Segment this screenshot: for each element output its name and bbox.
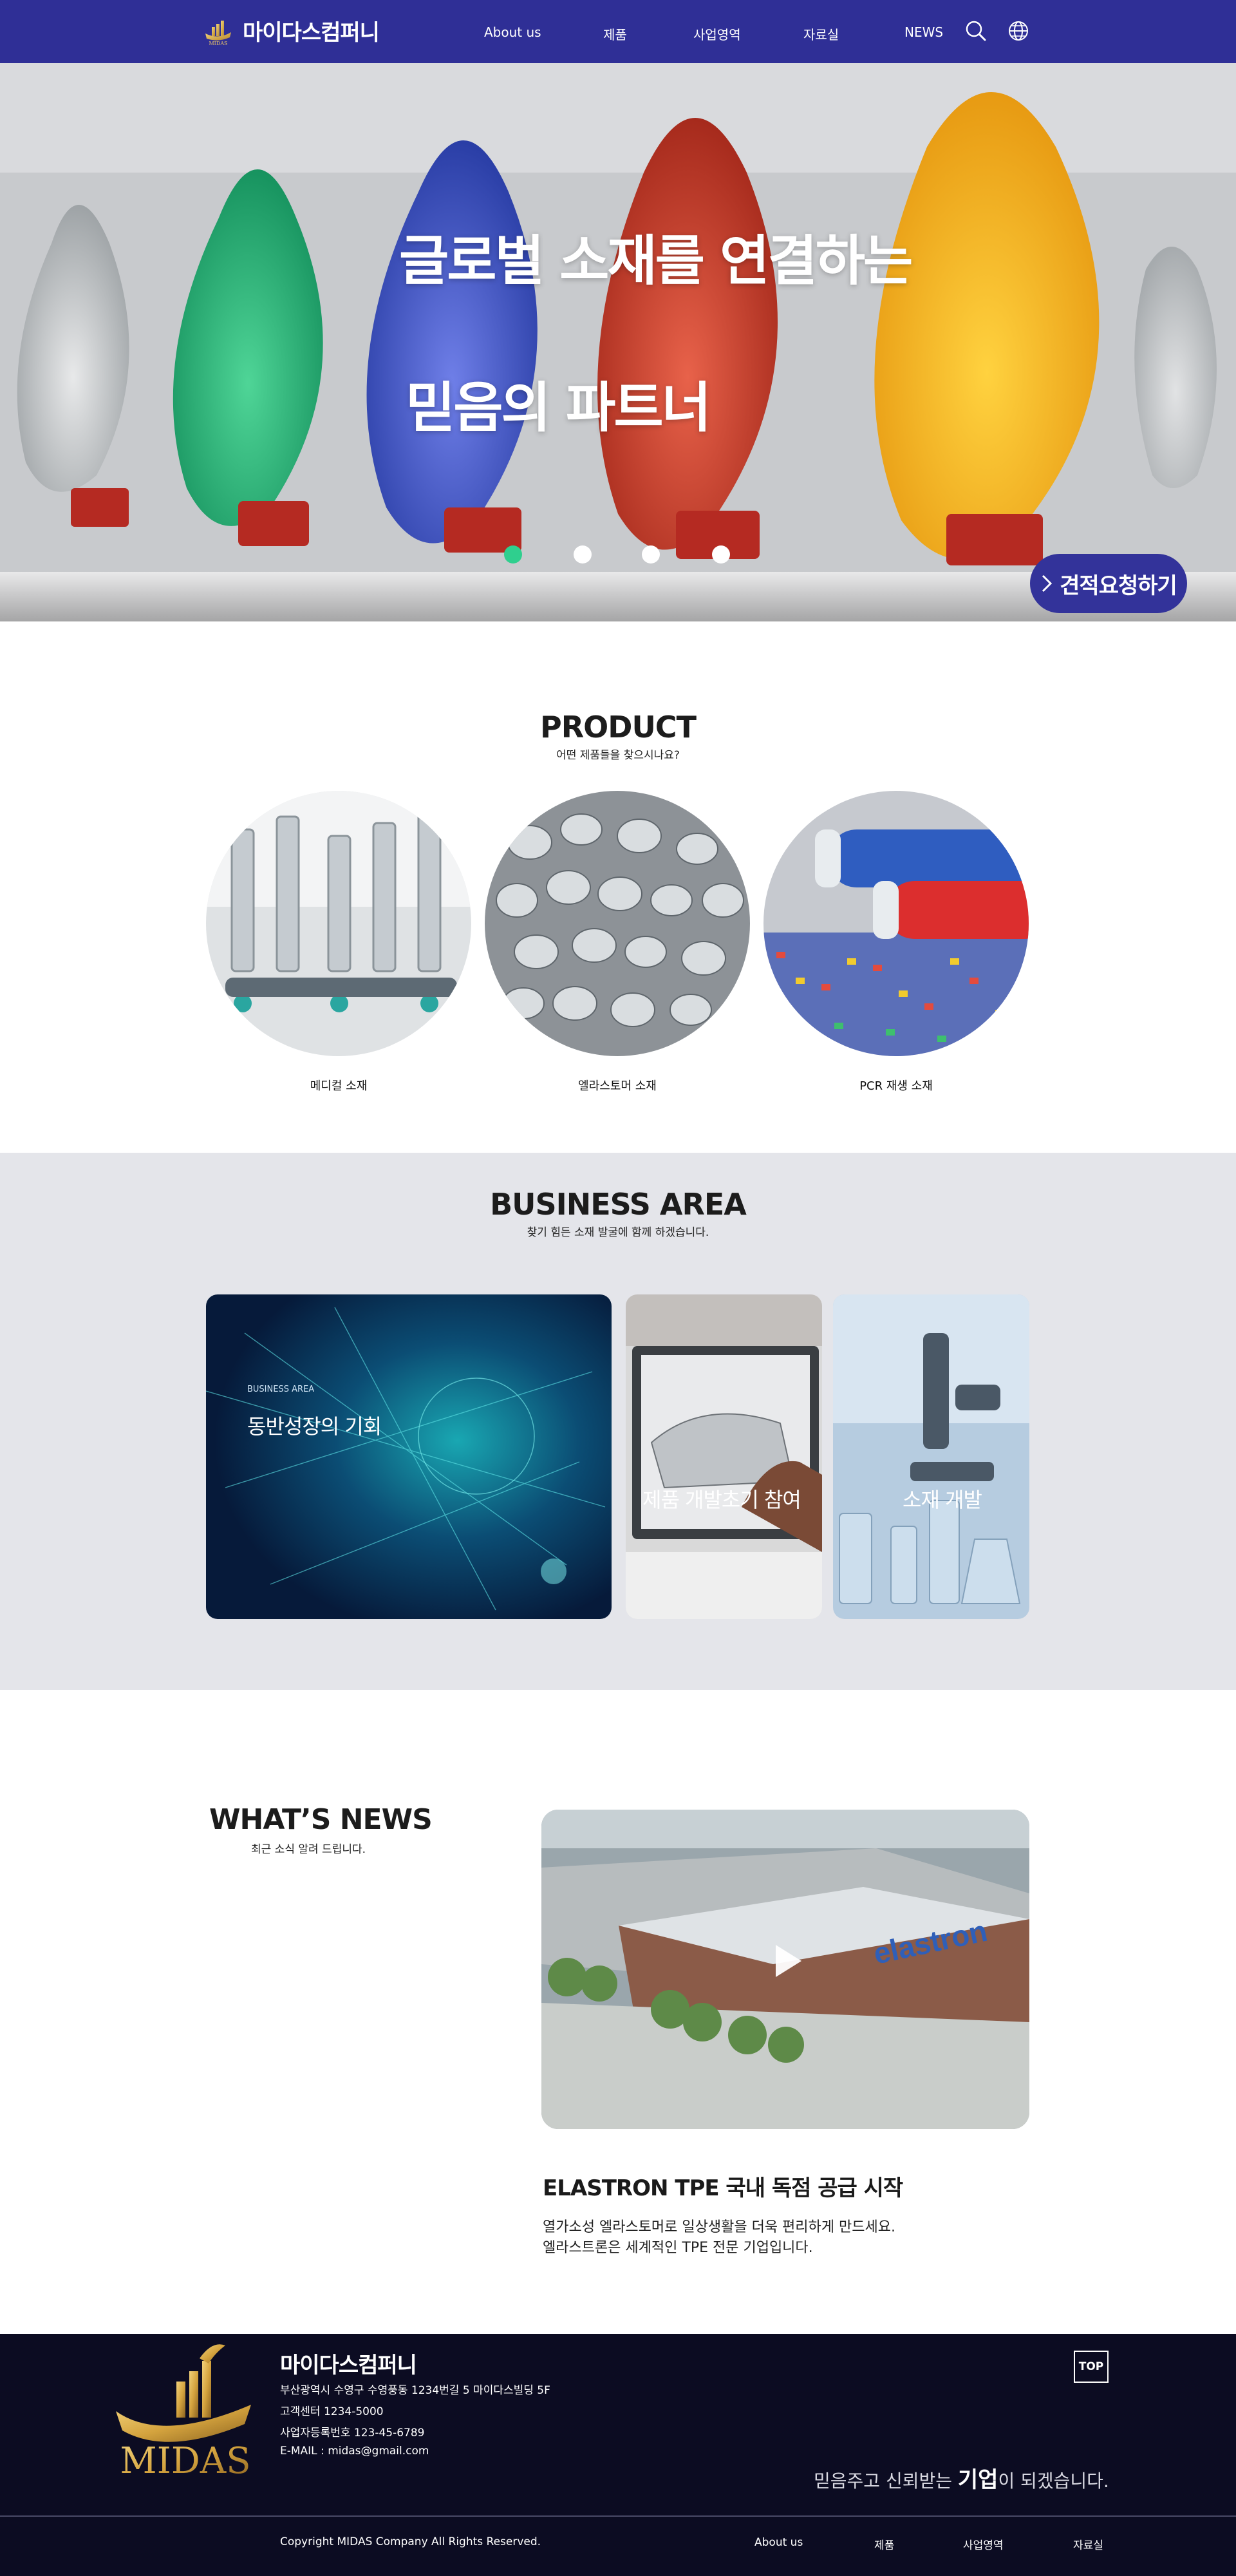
business-card-early-dev-label: 제품 개발초기 참여: [642, 1488, 801, 1512]
news-body: 열가소성 엘라스토머로 일상생활을 더욱 편리하게 만드세요. 엘라스트론은 세…: [543, 2217, 895, 2259]
midas-logo-icon: MIDAS: [205, 21, 231, 46]
hero-bottles-image: [0, 63, 1236, 621]
business-card-growth-label: 동반성장의 기회: [247, 1414, 382, 1439]
news-body-line1: 열가소성 엘라스토머로 일상생활을 더욱 편리하게 만드세요.: [543, 2219, 895, 2235]
footer-link-business-area[interactable]: 사업영역: [963, 2536, 1004, 2552]
hero-slide-dot-3[interactable]: [642, 545, 660, 564]
footer-logo-text: MIDAS: [120, 2440, 250, 2482]
product-section-title: PRODUCT: [540, 710, 697, 744]
hero-title-line2: 믿음의 파트너: [406, 376, 711, 439]
footer-link-products[interactable]: 제품: [874, 2536, 894, 2552]
hero-slide-dot-2[interactable]: [574, 545, 592, 564]
news-section-subtitle: 최근 소식 알려 드립니다.: [251, 1843, 366, 1856]
footer-midas-logo: MIDAS: [116, 2344, 251, 2482]
news-headline[interactable]: ELASTRON TPE 국내 독점 공급 시작: [543, 2170, 903, 2202]
business-section-title: BUSINESS AREA: [490, 1187, 747, 1222]
business-card-material-dev-label: 소재 개발: [903, 1488, 982, 1512]
business-section-subtitle: 찾기 힘든 소재 발굴에 함께 하겠습니다.: [527, 1226, 709, 1239]
product-pcr-image[interactable]: [763, 791, 1029, 1056]
search-icon[interactable]: [964, 19, 988, 43]
nav-business-area[interactable]: 사업영역: [693, 24, 741, 43]
news-video-thumbnail[interactable]: elastron: [541, 1810, 1029, 2129]
footer-link-resources[interactable]: 자료실: [1073, 2536, 1103, 2552]
product-section-subtitle: 어떤 제품들을 찾으시나요?: [556, 749, 680, 762]
nav-news[interactable]: NEWS: [904, 24, 943, 40]
chevron-right-icon: [1042, 574, 1053, 592]
footer-company-name: 마이다스컴퍼니: [280, 2353, 417, 2378]
news-body-line2: 엘라스트론은 세계적인 TPE 전문 기업입니다.: [543, 2240, 813, 2256]
footer-slogan-post: 이 되겠습니다.: [998, 2470, 1109, 2492]
footer-slogan-bold: 기업: [957, 2467, 998, 2493]
nav-products[interactable]: 제품: [603, 24, 627, 43]
footer-business-number: 사업자등록번호 123-45-6789: [280, 2427, 425, 2439]
site-header: MIDAS 마이다스컴퍼니 About us 제품 사업영역 자료실 NEWS: [0, 0, 1236, 63]
business-card-material-dev[interactable]: 소재 개발: [833, 1294, 1029, 1619]
product-elastomer-image[interactable]: [485, 791, 750, 1056]
product-pcr-label[interactable]: PCR 재생 소재: [763, 1077, 1029, 1094]
business-card-tag: BUSINESS AREA: [247, 1385, 315, 1394]
footer-phone: 고객센터 1234-5000: [280, 2405, 384, 2418]
nav-resources[interactable]: 자료실: [803, 24, 839, 43]
nav-about-us[interactable]: About us: [484, 24, 541, 40]
hero-banner: 글로벌 소재를 연결하는 믿음의 파트너: [0, 63, 1236, 621]
product-elastomer-label[interactable]: 엘라스토머 소재: [485, 1077, 750, 1094]
business-card-early-dev[interactable]: 제품 개발초기 참여: [626, 1294, 822, 1619]
globe-icon[interactable]: [1007, 19, 1030, 43]
hero-slide-dot-4[interactable]: [712, 545, 730, 564]
quote-request-button[interactable]: 견적요청하기: [1030, 554, 1187, 613]
logo-text: 마이다스컴퍼니: [243, 19, 380, 46]
hero-title-line1: 글로벌 소재를 연결하는: [399, 229, 913, 292]
news-section-title: WHAT’S NEWS: [209, 1803, 433, 1836]
scroll-top-button[interactable]: TOP: [1074, 2351, 1109, 2383]
footer-address: 부산광역시 수영구 수영풍동 1234번길 5 마이다스빌딩 5F: [280, 2384, 550, 2397]
quote-request-label: 견적요청하기: [1060, 573, 1177, 599]
footer-link-about-us[interactable]: About us: [754, 2536, 803, 2549]
logo-small-text: MIDAS: [209, 41, 227, 46]
business-card-growth[interactable]: BUSINESS AREA 동반성장의 기회: [206, 1294, 612, 1619]
hero-slide-dot-1[interactable]: [504, 545, 522, 564]
footer-slogan-pre: 믿음주고 신뢰받는: [814, 2470, 958, 2492]
logo[interactable]: MIDAS 마이다스컴퍼니: [203, 8, 380, 53]
footer-divider: [0, 2515, 1236, 2517]
product-medical-image[interactable]: [206, 791, 471, 1056]
footer-copyright: Copyright MIDAS Company All Rights Reser…: [280, 2535, 541, 2548]
footer-slogan: 믿음주고 신뢰받는 기업이 되겠습니다.: [814, 2462, 1109, 2494]
product-medical-label[interactable]: 메디컬 소재: [206, 1077, 471, 1094]
footer-email: E-MAIL : midas@gmail.com: [280, 2445, 429, 2458]
